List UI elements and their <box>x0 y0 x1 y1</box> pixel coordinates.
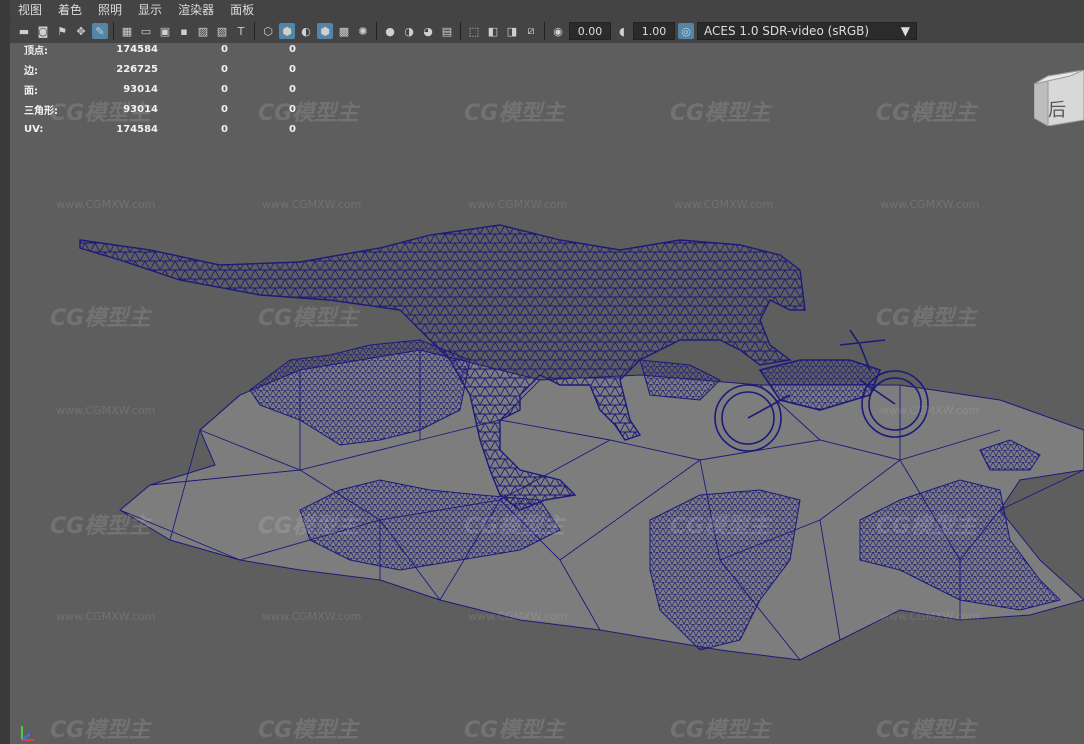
watermark-logo: CG模型主 <box>670 514 771 539</box>
watermark-url: www.CGMXW.com <box>880 610 980 623</box>
view-cube[interactable]: 后 <box>1033 69 1084 127</box>
maya-viewport-window: 视图 着色 照明 显示 渲染器 面板 ▬ ◙ ⚑ ✥ ✎ ▦ ▭ ▣ ▪ ▨ ▧… <box>0 0 1084 744</box>
hud-label: 面: <box>24 85 38 97</box>
poly-count-hud: 顶点: 174584 0 0 边: 226725 0 0 面: 93014 0 … <box>24 39 296 139</box>
watermark-url: www.CGMXW.com <box>674 198 774 211</box>
watermark-logo: CG模型主 <box>876 514 977 539</box>
watermark-url: www.CGMXW.com <box>56 404 156 417</box>
watermark-url: www.CGMXW.com <box>262 198 362 211</box>
hud-row-triangles: 三角形: 93014 0 0 <box>24 99 296 119</box>
hud-value: 0 <box>289 83 296 95</box>
hud-value: 0 <box>289 43 296 55</box>
view-cube-face-label: 后 <box>1048 100 1066 121</box>
hud-value: 0 <box>221 63 228 75</box>
watermark-logo: CG模型主 <box>464 514 565 539</box>
watermark-logo: CG模型主 <box>50 718 151 743</box>
hud-label: 顶点: <box>24 45 48 57</box>
hud-value: 0 <box>289 63 296 75</box>
hud-value: 174584 <box>116 43 158 55</box>
watermark-logo: CG模型主 <box>464 101 565 126</box>
watermark-url: www.CGMXW.com <box>56 198 156 211</box>
hud-row-uvs: UV: 174584 0 0 <box>24 119 296 139</box>
hud-value: 0 <box>221 43 228 55</box>
hud-value: 0 <box>289 103 296 115</box>
hud-value: 174584 <box>116 123 158 135</box>
hud-value: 93014 <box>123 83 158 95</box>
watermark-url: www.CGMXW.com <box>56 610 156 623</box>
hud-row-vertices: 顶点: 174584 0 0 <box>24 39 296 59</box>
hud-label: 边: <box>24 65 38 77</box>
axis-gizmo <box>21 726 34 741</box>
watermark-url: www.CGMXW.com <box>880 404 980 417</box>
watermark-logo: CG模型主 <box>258 514 359 539</box>
hud-value: 0 <box>289 123 296 135</box>
watermark-logo: CG模型主 <box>464 718 565 743</box>
hud-value: 226725 <box>116 63 158 75</box>
watermark-logo: CG模型主 <box>258 306 359 331</box>
hud-label: 三角形: <box>24 105 58 117</box>
watermark-url: www.CGMXW.com <box>262 610 362 623</box>
hud-row-faces: 面: 93014 0 0 <box>24 79 296 99</box>
watermark-logo: CG模型主 <box>876 306 977 331</box>
watermark-logo: CG模型主 <box>50 514 151 539</box>
watermark-url: www.CGMXW.com <box>468 198 568 211</box>
watermark-logo: CG模型主 <box>876 101 977 126</box>
hud-value: 0 <box>221 123 228 135</box>
hud-value: 0 <box>221 103 228 115</box>
watermark-logo: CG模型主 <box>258 718 359 743</box>
watermark-logo: CG模型主 <box>50 306 151 331</box>
hud-value: 0 <box>221 83 228 95</box>
hud-row-edges: 边: 226725 0 0 <box>24 59 296 79</box>
watermark-url: www.CGMXW.com <box>880 198 980 211</box>
watermark-logo: CG模型主 <box>876 718 977 743</box>
watermark-logo: CG模型主 <box>670 101 771 126</box>
hud-label: UV: <box>24 123 44 135</box>
hud-value: 93014 <box>123 103 158 115</box>
watermark-logo: CG模型主 <box>670 718 771 743</box>
watermark-url: www.CGMXW.com <box>468 610 568 623</box>
